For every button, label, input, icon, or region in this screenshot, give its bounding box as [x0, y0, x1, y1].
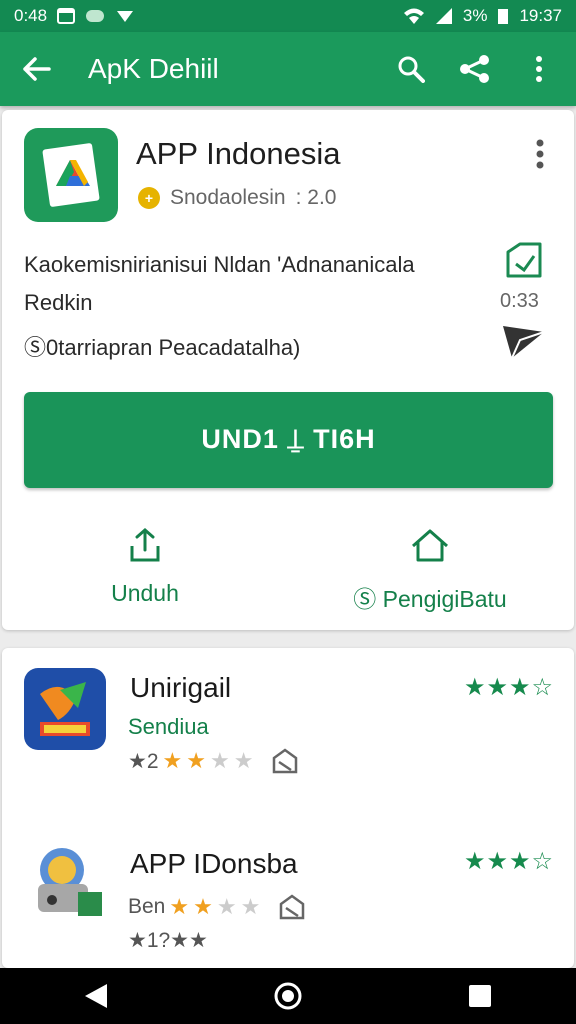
back-button[interactable]: [0, 32, 74, 106]
app-rating: : 2.0: [295, 186, 337, 209]
developer-name[interactable]: Snodaolesin: [170, 186, 286, 210]
page-title: ApK Dehiil: [88, 53, 219, 84]
related-app-title[interactable]: Unirigail: [130, 672, 231, 704]
share-icon: [460, 55, 489, 83]
star-icon: ★: [216, 894, 237, 919]
star-half-icon: ☆: [531, 674, 554, 701]
related-app-icon[interactable]: [24, 668, 106, 750]
star-icon: ★: [240, 894, 261, 919]
wishlist-label: Ⓢ PengigiBatu: [353, 586, 507, 612]
history-icon[interactable]: [500, 242, 546, 284]
rating-prefix: ★2: [128, 749, 159, 773]
install-button[interactable]: UND1 ⍊ TI6H: [24, 392, 553, 488]
star-icon: ★: [509, 674, 531, 701]
star-icon: ★: [186, 748, 206, 773]
related-app-rating: Ben ★ ★ ★ ★: [128, 894, 306, 920]
app-bar: ApK Dehiil: [0, 32, 576, 106]
related-app-extra: ★1?★★: [128, 928, 208, 953]
download-icon: [278, 894, 306, 920]
battery-icon: [497, 7, 509, 25]
wifi-icon: [403, 7, 425, 25]
download-label: Unduh: [111, 580, 179, 606]
search-button[interactable]: [386, 44, 436, 94]
arrow-back-icon: [23, 57, 51, 81]
related-app-stars: ★ ★ ★ ☆: [464, 676, 553, 700]
side-time: 0:33: [500, 290, 539, 312]
robot-icon: [38, 848, 102, 916]
status-bar: 0:48 3% 19:37: [0, 0, 576, 32]
coin-icon: +: [138, 187, 160, 209]
star-icon: ★: [162, 748, 183, 773]
nav-recents-button[interactable]: [450, 968, 510, 1024]
star-icon: ★: [169, 894, 190, 919]
status-time-left: 0:48: [14, 6, 48, 25]
related-app-icon[interactable]: [24, 840, 106, 922]
notification-icon: [57, 8, 76, 24]
home-icon: [412, 529, 448, 562]
download-action[interactable]: Unduh: [90, 528, 200, 607]
share-button[interactable]: [450, 44, 500, 94]
download-icon: [271, 748, 299, 774]
nav-home-button[interactable]: [258, 968, 318, 1024]
search-icon: [398, 56, 425, 83]
star-icon: ★: [464, 848, 486, 875]
star-half-icon: ☆: [531, 848, 554, 875]
drive-logo-icon: [42, 143, 100, 207]
related-app-stars: ★ ★ ★ ☆: [464, 850, 553, 874]
wishlist-action[interactable]: Ⓢ PengigiBatu: [340, 528, 520, 614]
star-icon: ★: [486, 848, 509, 875]
developer-row: + Snodaolesin : 2.0: [138, 186, 336, 210]
back-triangle-icon: [85, 984, 107, 1008]
related-app-title[interactable]: APP IDonsba: [130, 848, 298, 880]
star-icon: ★: [233, 748, 254, 773]
app-name: APP Indonesia: [136, 136, 341, 171]
star-icon: ★: [209, 748, 230, 773]
app-note: Ⓢ0tarriapran Peacadatalha): [24, 335, 301, 360]
extra-rating: ★1?★★: [128, 929, 208, 952]
recents-square-icon: [469, 985, 491, 1007]
more-options-button[interactable]: [514, 44, 564, 94]
nav-back-button[interactable]: [66, 968, 126, 1024]
star-icon: ★: [193, 894, 213, 919]
more-vert-icon: [536, 56, 542, 82]
app-icon: [24, 128, 118, 222]
home-circle-icon: [274, 982, 302, 1010]
signal-icon: [435, 7, 453, 25]
shield-icon: [115, 8, 135, 24]
rating-subtitle: Ben: [128, 895, 166, 918]
upload-icon: [130, 528, 160, 562]
game-icon: [85, 8, 105, 24]
send-icon[interactable]: [500, 322, 548, 362]
app-description: Kaokemisnirianisui Nldan 'Adnananicala R…: [24, 252, 415, 315]
star-icon: ★: [486, 674, 509, 701]
app-logo-icon: [40, 682, 90, 736]
more-vert-icon: [536, 139, 544, 169]
related-app-rating: ★2 ★ ★ ★ ★: [128, 748, 299, 774]
battery-percent: 3%: [462, 6, 488, 25]
status-time-right: 19:37: [519, 6, 562, 25]
related-app-subtitle: Sendiua: [128, 714, 209, 739]
star-icon: ★: [464, 674, 486, 701]
system-nav-bar: [0, 968, 576, 1024]
star-icon: ★: [509, 848, 531, 875]
app-menu-button[interactable]: [522, 132, 558, 176]
